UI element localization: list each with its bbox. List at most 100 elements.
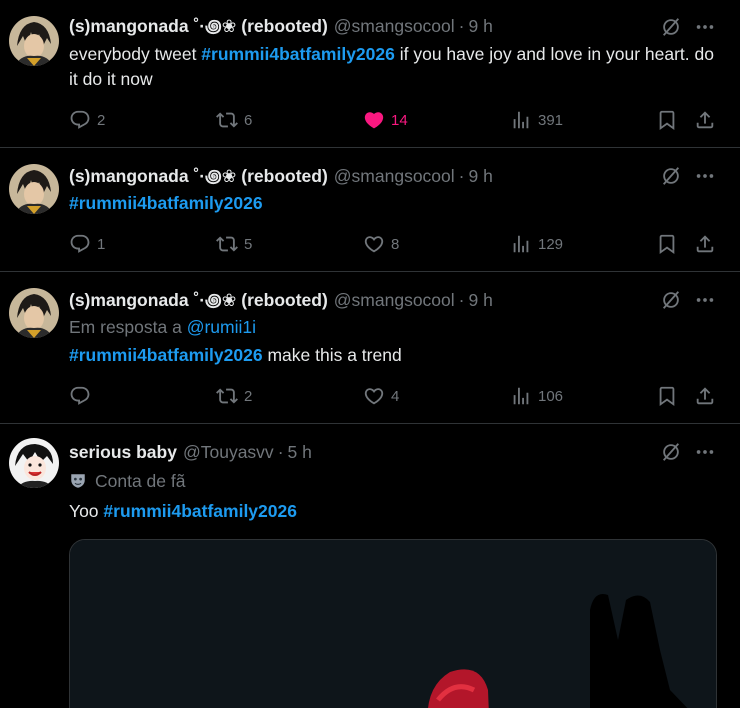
timestamp[interactable]: 9 h xyxy=(469,166,493,186)
grok-icon[interactable] xyxy=(660,289,682,311)
timestamp[interactable]: 9 h xyxy=(469,290,493,310)
bookmark-icon xyxy=(656,109,678,131)
hashtag-link[interactable]: #rummii4batfamily2026 xyxy=(103,501,297,521)
timestamp[interactable]: 9 h xyxy=(469,16,493,36)
grok-icon[interactable] xyxy=(660,441,682,463)
like-count: 4 xyxy=(391,387,400,405)
author-handle[interactable]: @smangsocool xyxy=(334,16,455,36)
views-button[interactable]: 129 xyxy=(510,232,563,256)
retweet-icon xyxy=(216,109,238,131)
avatar[interactable] xyxy=(9,288,59,338)
author-handle[interactable]: @smangsocool xyxy=(334,166,455,186)
tweet-header: (s)mangonada ˚·꩜❀ (rebooted) @smangsocool… xyxy=(69,15,493,37)
views-icon xyxy=(510,385,532,407)
reply-button[interactable] xyxy=(69,384,97,408)
tweet-header: (s)mangonada ˚·꩜❀ (rebooted) @smangsocool… xyxy=(69,289,493,311)
bookmark-button[interactable] xyxy=(656,232,678,256)
share-icon xyxy=(694,109,716,131)
bookmark-button[interactable] xyxy=(656,108,678,132)
views-icon xyxy=(510,109,532,131)
author-name[interactable]: (s)mangonada ˚·꩜❀ (rebooted) xyxy=(69,16,328,36)
author-handle[interactable]: @Touyasvv xyxy=(183,442,274,462)
separator-dot: · xyxy=(458,166,465,186)
timestamp[interactable]: 5 h xyxy=(288,442,312,462)
author-handle[interactable]: @smangsocool xyxy=(334,290,455,310)
heart-icon xyxy=(363,109,385,131)
like-count: 8 xyxy=(391,235,400,253)
author-name[interactable]: (s)mangonada ˚·꩜❀ (rebooted) xyxy=(69,166,328,186)
views-icon xyxy=(510,233,532,255)
avatar[interactable] xyxy=(9,16,59,66)
bookmark-icon xyxy=(656,385,678,407)
author-name[interactable]: serious baby xyxy=(69,442,177,462)
retweet-icon xyxy=(216,233,238,255)
hashtag-link[interactable]: #rummii4batfamily2026 xyxy=(69,193,263,213)
avatar[interactable] xyxy=(9,164,59,214)
reply-icon xyxy=(69,233,91,255)
separator-dot: · xyxy=(458,16,465,36)
share-icon xyxy=(694,385,716,407)
grok-icon[interactable] xyxy=(660,16,682,38)
tweet-header: (s)mangonada ˚·꩜❀ (rebooted) @smangsocool… xyxy=(69,165,493,187)
views-count: 129 xyxy=(538,235,564,253)
retweet-count: 2 xyxy=(244,387,253,405)
more-icon[interactable] xyxy=(694,441,716,463)
reply-button[interactable]: 1 xyxy=(69,232,105,256)
reply-icon xyxy=(69,109,91,131)
reply-icon xyxy=(69,385,91,407)
tweet-text-end: make this a trend xyxy=(262,345,402,365)
tweet-1[interactable]: (s)mangonada ˚·꩜❀ (rebooted) @smangsocool… xyxy=(0,0,740,148)
retweet-button[interactable]: 5 xyxy=(216,232,252,256)
tweet-text: everybody tweet #rummii4batfamily2026 if… xyxy=(69,42,724,92)
reply-count: 2 xyxy=(97,111,106,129)
tweet-actions: 1 5 8 129 xyxy=(0,232,740,256)
tweet-2[interactable]: (s)mangonada ˚·꩜❀ (rebooted) @smangsocool… xyxy=(0,148,740,272)
reply-button[interactable]: 2 xyxy=(69,108,105,132)
tweet-text-start: everybody tweet xyxy=(69,44,202,64)
share-button[interactable] xyxy=(694,108,716,132)
avatar-image xyxy=(9,164,59,214)
tweet-media[interactable] xyxy=(69,539,717,708)
avatar-image xyxy=(9,288,59,338)
retweet-count: 6 xyxy=(244,111,253,129)
hashtag-link[interactable]: #rummii4batfamily2026 xyxy=(201,44,395,64)
views-count: 391 xyxy=(538,111,564,129)
tweet-text-start: Yoo xyxy=(69,501,104,521)
reply-context: Em resposta a @rumii1i xyxy=(69,316,256,338)
share-icon xyxy=(694,233,716,255)
more-icon[interactable] xyxy=(694,16,716,38)
views-button[interactable]: 106 xyxy=(510,384,563,408)
retweet-count: 5 xyxy=(244,235,253,253)
reply-count: 1 xyxy=(97,235,106,253)
bookmark-button[interactable] xyxy=(656,384,678,408)
separator-dot: · xyxy=(458,290,465,310)
like-count: 14 xyxy=(391,111,408,129)
hashtag-link[interactable]: #rummii4batfamily2026 xyxy=(69,345,263,365)
tweet-3[interactable]: (s)mangonada ˚·꩜❀ (rebooted) @smangsocool… xyxy=(0,272,740,424)
tweet-text: #rummii4batfamily2026 xyxy=(69,191,724,216)
like-button[interactable]: 8 xyxy=(363,232,399,256)
more-icon[interactable] xyxy=(694,165,716,187)
bookmark-icon xyxy=(656,233,678,255)
tweet-actions: 2 6 14 391 xyxy=(0,108,740,132)
account-badge-label: Conta de fã xyxy=(95,471,186,491)
like-button[interactable]: 14 xyxy=(363,108,408,132)
grok-icon[interactable] xyxy=(660,165,682,187)
heart-icon xyxy=(363,233,385,255)
avatar-image xyxy=(9,438,59,488)
share-button[interactable] xyxy=(694,384,716,408)
avatar[interactable] xyxy=(9,438,59,488)
author-name[interactable]: (s)mangonada ˚·꩜❀ (rebooted) xyxy=(69,290,328,310)
share-button[interactable] xyxy=(694,232,716,256)
reply-mention-link[interactable]: @rumii1i xyxy=(187,317,256,337)
views-count: 106 xyxy=(538,387,564,405)
like-button[interactable]: 4 xyxy=(363,384,399,408)
retweet-button[interactable]: 6 xyxy=(216,108,252,132)
fan-account-mask-icon xyxy=(69,472,87,490)
more-icon[interactable] xyxy=(694,289,716,311)
retweet-button[interactable]: 2 xyxy=(216,384,252,408)
account-badge: Conta de fã xyxy=(69,470,185,492)
separator-dot: · xyxy=(277,442,284,462)
retweet-icon xyxy=(216,385,238,407)
views-button[interactable]: 391 xyxy=(510,108,563,132)
